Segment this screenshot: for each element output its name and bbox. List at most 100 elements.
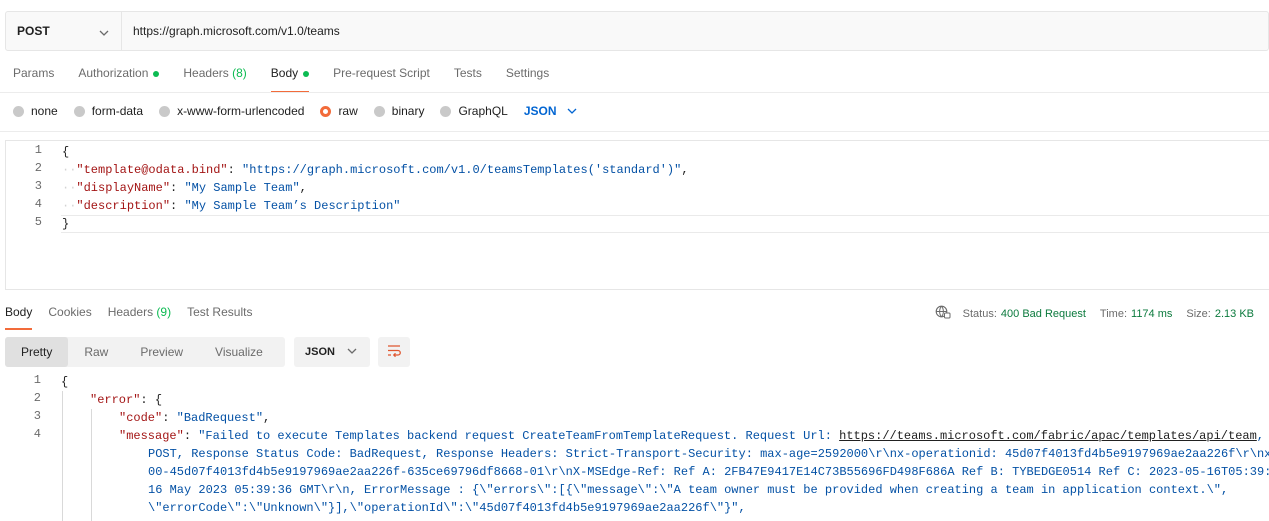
tab-cookies[interactable]: Cookies xyxy=(48,305,91,329)
json-value: "BadRequest" xyxy=(176,411,264,425)
tab-label: Params xyxy=(13,66,55,80)
code-line: "error": { xyxy=(90,391,162,409)
status-dot-icon xyxy=(153,71,160,77)
size-value[interactable]: 2.13 KB xyxy=(1215,308,1254,320)
line-number: 1 xyxy=(33,373,41,387)
body-type-selector: none form-data x-www-form-urlencoded raw… xyxy=(13,103,577,119)
json-value: "My Sample Team’s Description" xyxy=(184,199,401,213)
radio-icon xyxy=(373,105,385,117)
tab-pre-request-script[interactable]: Pre-request Script xyxy=(333,66,430,92)
tab-test-results[interactable]: Test Results xyxy=(187,305,252,329)
tab-tests[interactable]: Tests xyxy=(454,66,482,92)
radio-x-www-form-urlencoded[interactable]: x-www-form-urlencoded xyxy=(159,104,304,118)
view-preview-button[interactable]: Preview xyxy=(124,337,199,367)
tab-label: Cookies xyxy=(48,305,92,319)
json-value: "Failed to execute Templates backend req… xyxy=(198,429,840,443)
code-line-wrapped: 16 May 2023 05:39:36 GMT\r\n, ErrorMessa… xyxy=(148,483,1229,497)
radio-icon xyxy=(73,105,85,117)
status-label: Status: xyxy=(962,307,997,320)
chevron-down-icon xyxy=(567,104,577,118)
tab-label: Settings xyxy=(505,66,550,80)
time-value[interactable]: 1174 ms xyxy=(1131,308,1172,320)
json-sep: : { xyxy=(140,393,163,407)
status-value[interactable]: 400 Bad Request xyxy=(1001,308,1086,320)
radio-label: form-data xyxy=(91,104,144,118)
tab-headers[interactable]: Headers (8) xyxy=(183,66,246,92)
tab-label: Headers xyxy=(107,305,154,319)
tab-label: Body xyxy=(270,66,299,80)
json-end: , xyxy=(681,163,689,177)
indent-guide xyxy=(91,409,92,521)
code-line: } xyxy=(62,215,69,233)
tab-label: Headers xyxy=(183,66,229,80)
tab-params[interactable]: Params xyxy=(13,66,54,92)
wrap-lines-button[interactable] xyxy=(378,337,410,367)
globe-icon[interactable] xyxy=(935,305,951,322)
json-sep: : xyxy=(170,199,185,213)
chevron-down-icon xyxy=(99,26,109,40)
tab-label: Tests xyxy=(453,66,482,80)
code-line-wrapped: POST, Response Status Code: BadRequest, … xyxy=(148,447,1269,461)
radio-checked-icon xyxy=(320,105,332,117)
tab-response-body[interactable]: Body xyxy=(5,305,33,330)
method-select[interactable]: POST xyxy=(6,12,122,50)
json-key: "code" xyxy=(119,411,163,425)
time-label: Time: xyxy=(1099,307,1128,320)
code-line: "code": "BadRequest", xyxy=(119,409,270,427)
chevron-down-icon xyxy=(347,346,357,358)
line-number: 5 xyxy=(34,215,42,229)
code-line: { xyxy=(61,373,68,391)
divider xyxy=(0,92,1269,93)
radio-binary[interactable]: binary xyxy=(373,104,424,118)
tab-response-headers[interactable]: Headers (9) xyxy=(108,305,171,329)
line-number: 2 xyxy=(34,161,42,175)
open-brace: { xyxy=(62,145,70,159)
json-sep: : xyxy=(162,411,177,425)
tab-authorization[interactable]: Authorization xyxy=(78,66,160,92)
response-view-switcher: Pretty Raw Preview Visualize xyxy=(5,337,285,367)
json-value: "My Sample Team" xyxy=(184,181,300,195)
request-body-editor[interactable]: 1 2 3 4 5 { ··"template@odata.bind": "ht… xyxy=(5,140,1269,290)
headers-count: (8) xyxy=(232,66,247,80)
radio-form-data[interactable]: form-data xyxy=(73,104,144,118)
line-number: 1 xyxy=(34,143,42,157)
line-number: 2 xyxy=(33,391,41,405)
open-brace: { xyxy=(61,375,69,389)
code-line-wrapped: 00-45d07f4013fd4b5e9197969ae2aa226f-635c… xyxy=(148,465,1269,479)
raw-format-dropdown[interactable]: JSON xyxy=(524,104,577,118)
view-visualize-button[interactable]: Visualize xyxy=(199,337,279,367)
tab-body[interactable]: Body xyxy=(270,66,310,93)
raw-format-label: JSON xyxy=(523,104,557,118)
json-sep: : xyxy=(183,429,199,443)
radio-graphql[interactable]: GraphQL xyxy=(440,104,508,118)
message-url-link[interactable]: https://teams.microsoft.com/fabric/apac/… xyxy=(839,429,1257,443)
tab-label: Pre-request Script xyxy=(333,66,430,80)
request-url-bar: POST https://graph.microsoft.com/v1.0/te… xyxy=(5,11,1269,51)
view-pretty-button[interactable]: Pretty xyxy=(5,337,69,367)
radio-label: x-www-form-urlencoded xyxy=(177,104,305,118)
view-raw-button[interactable]: Raw xyxy=(68,337,124,367)
code-line: { xyxy=(62,143,69,161)
json-end: , xyxy=(299,181,307,195)
response-status-bar: Status: 400 Bad Request Time: 1174 ms Si… xyxy=(935,305,1254,322)
size-label: Size: xyxy=(1186,307,1211,320)
code-line: "message": "Failed to execute Templates … xyxy=(119,427,1264,445)
method-label: POST xyxy=(17,24,50,38)
tab-label: Body xyxy=(5,305,33,319)
radio-icon xyxy=(159,105,171,117)
code-line: ··"description": "My Sample Team’s Descr… xyxy=(62,199,401,213)
status-dot-icon xyxy=(303,71,310,77)
json-key: "message" xyxy=(119,429,184,443)
line-number: 3 xyxy=(33,409,41,423)
radio-raw[interactable]: raw xyxy=(320,104,358,118)
json-key: "description" xyxy=(76,199,171,213)
json-key: "template@odata.bind" xyxy=(76,163,228,177)
radio-none[interactable]: none xyxy=(13,104,58,118)
json-sep: : xyxy=(170,181,185,195)
current-line-highlight xyxy=(61,215,1269,233)
line-number: 4 xyxy=(33,427,41,441)
url-input[interactable]: https://graph.microsoft.com/v1.0/teams xyxy=(122,24,340,38)
radio-label: none xyxy=(31,104,58,118)
response-format-dropdown[interactable]: JSON xyxy=(294,337,370,367)
tab-settings[interactable]: Settings xyxy=(506,66,549,92)
